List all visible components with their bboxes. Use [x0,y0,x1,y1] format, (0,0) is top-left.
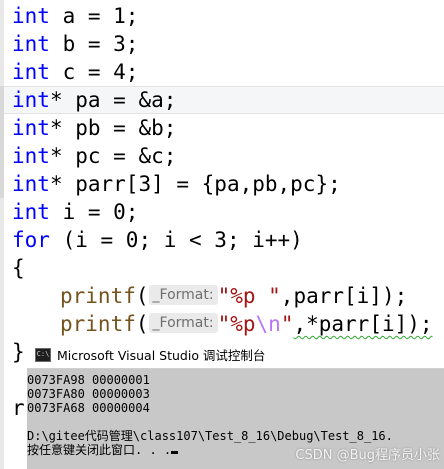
console-line: 0073FA80 00000003 [27,387,150,401]
code-line-10[interactable]: { [12,254,444,282]
code-text: a = 1; [49,4,139,28]
keyword: int [12,4,50,28]
code-text: } [12,340,25,364]
keyword: int [12,172,50,196]
text-cursor [171,451,179,454]
code-line-9[interactable]: for (i = 0; i < 3; i++) [12,226,444,254]
keyword: int [12,144,50,168]
code-line-5[interactable]: int* pb = &b; [12,114,444,142]
escape-sequence: \n [255,312,281,336]
code-text: * pc = &c; [49,144,177,168]
watermark: CSDN @Bug程序员小张 [295,448,440,463]
console-line: 0073FA98 00000001 [27,373,150,387]
code-line-3[interactable]: int c = 4; [12,58,444,86]
code-text: * pb = &b; [49,116,177,140]
code-text-warning: ,*parr[i]); [293,312,433,336]
code-line-1[interactable]: int a = 1; [12,2,444,30]
code-text: ,parr[i]); [280,284,408,308]
string-literal: " [280,312,294,336]
code-text: b = 3; [49,32,139,56]
code-line-6[interactable]: int* pc = &c; [12,142,444,170]
keyword: int [12,200,50,224]
code-line-4[interactable]: int* pa = &a; [4,86,444,114]
console-icon-label: C:\ [36,350,50,358]
code-text: (i = 0; i < 3; i++) [49,228,303,252]
parameter-hint: _Format: [148,313,218,333]
editor-gutter [0,0,4,469]
string-literal: "%p [217,312,256,336]
code-line-8[interactable]: int i = 0; [12,198,444,226]
code-text: ( [135,312,149,336]
parameter-hint: _Format: [148,285,218,305]
code-text: r [12,396,25,420]
function-name: printf [60,312,136,336]
code-line-7[interactable]: int* parr[3] = {pa,pb,pc}; [12,170,444,198]
keyword: int [12,32,50,56]
code-text: ( [135,284,149,308]
code-line-12[interactable]: printf(_Format: "%p\n",*parr[i]); [12,310,444,338]
code-text: * pa = &a; [49,88,177,112]
code-line-11[interactable]: printf(_Format: "%p ",parr[i]); [12,282,444,310]
code-line-2[interactable]: int b = 3; [12,30,444,58]
string-literal: "%p " [217,284,281,308]
code-text: i = 0; [49,200,139,224]
keyword: for [12,228,50,252]
code-text: c = 4; [49,60,139,84]
code-text: { [12,256,25,280]
keyword: int [12,88,50,112]
console-titlebar[interactable]: C:\ Microsoft Visual Studio 调试控制台 [27,341,444,369]
debug-console-window[interactable]: C:\ Microsoft Visual Studio 调试控制台 0073FA… [27,341,444,469]
console-line: 0073FA68 00000004 [27,401,150,415]
function-name: printf [60,284,136,308]
console-prompt-text: 按任意键关闭此窗口. . . [27,443,172,457]
console-app-icon: C:\ [35,347,51,362]
keyword: int [12,60,50,84]
keyword: int [12,116,50,140]
console-line: D:\gitee代码管理\class107\Test_8_16\Debug\Te… [27,429,393,443]
console-title: Microsoft Visual Studio 调试控制台 [57,348,266,363]
code-text: * parr[3] = {pa,pb,pc}; [49,172,341,196]
